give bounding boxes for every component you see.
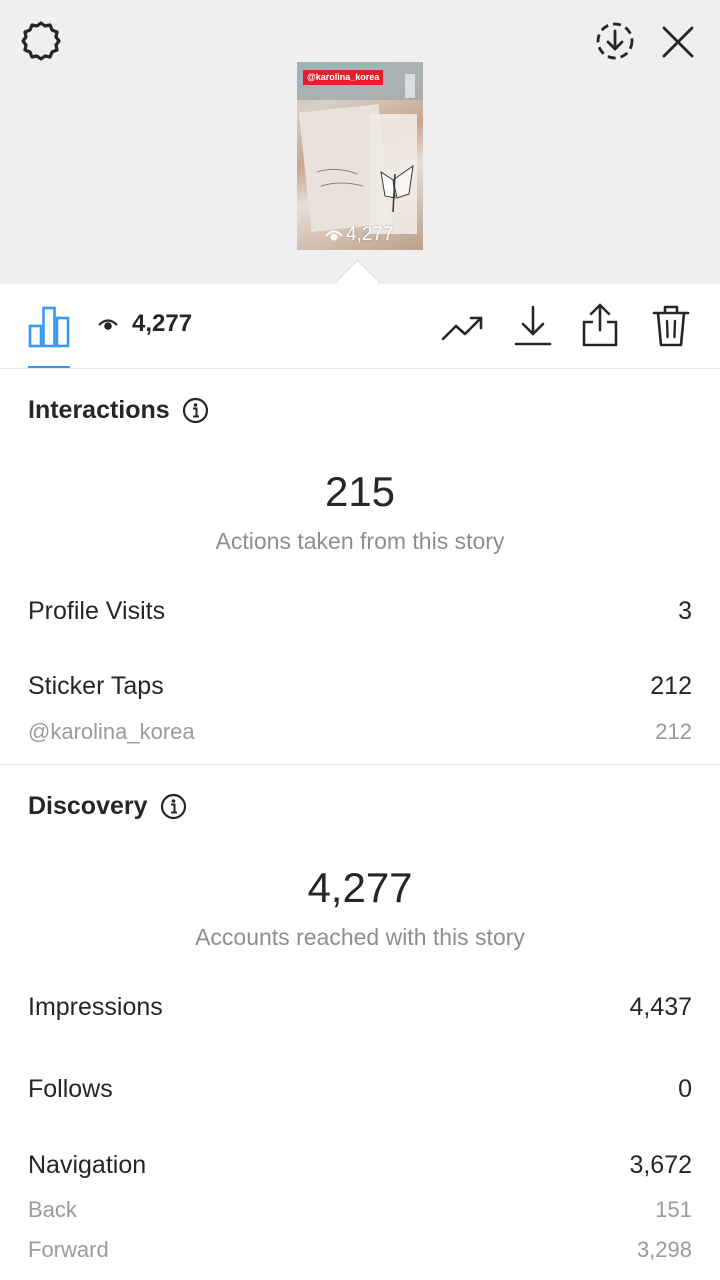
row-label: Profile Visits [28,597,166,625]
row-label: Forward [28,1237,109,1262]
story-thumbnail[interactable]: @karolina_korea 4,277 [297,62,423,250]
promote-trend-icon[interactable] [440,308,486,348]
row-label: Back [28,1197,77,1222]
navigation-row: Navigation 3,672 [28,1151,692,1180]
active-tab-indicator [28,366,70,368]
follows-row: Follows 0 [28,1075,692,1104]
info-icon[interactable] [160,793,187,820]
thumbnail-view-count: 4,277 [325,224,394,246]
sticker-taps-row: Sticker Taps 212 [28,672,692,701]
row-label: Follows [28,1075,113,1103]
delete-trash-icon[interactable] [650,304,692,348]
download-story-icon[interactable] [592,18,638,64]
eye-icon [325,230,343,241]
row-value: 151 [655,1197,692,1222]
interactions-total: 215 [324,468,396,515]
row-value: 212 [650,672,692,700]
viewers-count-value: 4,277 [132,310,193,337]
share-icon[interactable] [578,302,622,348]
row-label: Impressions [28,993,163,1021]
save-download-icon[interactable] [512,304,554,348]
discovery-total: 4,277 [307,864,413,911]
row-value: 3,298 [636,1237,692,1262]
story-preview-area: @karolina_korea 4,277 [0,0,720,304]
viewers-count[interactable]: 4,277 [98,310,192,338]
row-value: 4,437 [629,993,692,1021]
row-label: Sticker Taps [28,672,164,700]
info-icon[interactable] [182,397,209,424]
discovery-total-label: Accounts reached with this story [195,924,525,950]
row-value: 3 [678,597,692,625]
profile-visits-row: Profile Visits 3 [28,597,692,626]
settings-gear-icon[interactable] [18,18,64,64]
discovery-heading: Discovery [28,792,187,821]
row-label: Navigation [28,1151,147,1179]
section-divider [0,764,720,765]
mention-sticker: @karolina_korea [303,70,384,85]
eye-icon [98,319,118,330]
navigation-back-row: Back 151 [28,1197,692,1223]
row-value: 212 [655,719,692,744]
interactions-total-label: Actions taken from this story [215,528,505,554]
interactions-heading: Interactions [28,396,209,425]
impressions-row: Impressions 4,437 [28,993,692,1022]
close-icon[interactable] [656,20,700,64]
insights-toolbar: 4,277 [0,284,720,369]
row-value: 3,672 [629,1151,692,1179]
sticker-taps-mention-row: @karolina_korea 212 [28,719,692,745]
insights-bar-chart-icon[interactable] [28,304,70,348]
navigation-forward-row: Forward 3,298 [28,1237,692,1263]
row-value: 0 [678,1075,692,1103]
row-label: @karolina_korea [28,719,195,744]
